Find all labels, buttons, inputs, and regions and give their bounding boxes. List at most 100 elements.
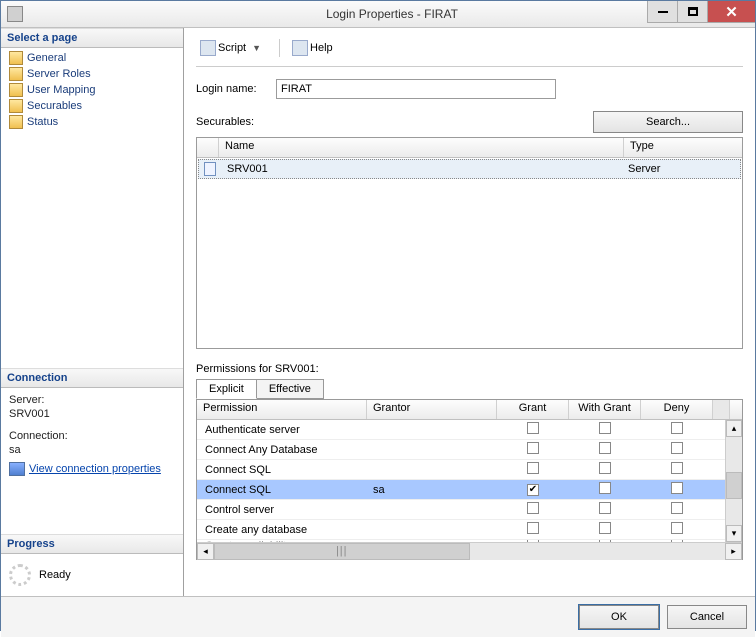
- script-icon: [200, 40, 216, 56]
- checkbox[interactable]: [671, 422, 683, 434]
- permissions-tabs: Explicit Effective: [196, 379, 743, 399]
- tab-effective[interactable]: Effective: [256, 379, 324, 399]
- sidebar-item-server-roles[interactable]: Server Roles: [3, 66, 181, 82]
- checkbox[interactable]: [599, 462, 611, 474]
- titlebar: Login Properties - FIRAT ✕: [1, 1, 755, 28]
- login-name-input[interactable]: [276, 79, 556, 99]
- page-icon: [9, 99, 23, 113]
- search-button[interactable]: Search...: [593, 111, 743, 133]
- login-name-label: Login name:: [196, 83, 276, 95]
- table-row[interactable]: Control server: [197, 500, 742, 520]
- sidebar-item-label: General: [27, 52, 66, 64]
- checkbox[interactable]: [671, 462, 683, 474]
- scroll-up-icon[interactable]: ▴: [726, 420, 742, 437]
- column-permission[interactable]: Permission: [197, 400, 367, 419]
- sidebar-item-status[interactable]: Status: [3, 114, 181, 130]
- window-buttons: ✕: [647, 1, 755, 23]
- table-row[interactable]: Connect SQL: [197, 460, 742, 480]
- permissions-grid-header: Permission Grantor Grant With Grant Deny: [197, 400, 742, 420]
- securable-type: Server: [622, 163, 740, 175]
- grantor-cell: sa: [367, 482, 497, 498]
- permission-cell: Create any database: [197, 522, 367, 538]
- scroll-left-icon[interactable]: ◂: [197, 543, 214, 560]
- tab-explicit[interactable]: Explicit: [196, 379, 257, 399]
- checkbox[interactable]: ✔: [527, 484, 539, 496]
- scroll-down-icon[interactable]: ▾: [726, 525, 742, 542]
- vertical-scrollbar[interactable]: ▴ ▾: [725, 420, 742, 542]
- scroll-right-icon[interactable]: ▸: [725, 543, 742, 560]
- sidebar-item-securables[interactable]: Securables: [3, 98, 181, 114]
- sidebar-item-label: Status: [27, 116, 58, 128]
- table-row[interactable]: Connect Any Database: [197, 440, 742, 460]
- horizontal-scrollbar[interactable]: ◂ ||| ▸: [197, 542, 742, 559]
- column-grant[interactable]: Grant: [497, 400, 569, 419]
- view-connection-properties-link[interactable]: View connection properties: [29, 463, 161, 475]
- progress-header: Progress: [1, 534, 183, 554]
- scroll-thumb[interactable]: |||: [214, 543, 470, 560]
- checkbox[interactable]: [671, 522, 683, 534]
- column-with-grant[interactable]: With Grant: [569, 400, 641, 419]
- permissions-grid[interactable]: Permission Grantor Grant With Grant Deny…: [196, 399, 743, 560]
- table-row[interactable]: Create any database: [197, 520, 742, 540]
- securables-label: Securables:: [196, 116, 593, 128]
- scroll-thumb[interactable]: [726, 472, 742, 498]
- checkbox[interactable]: [527, 442, 539, 454]
- select-page-header: Select a page: [1, 28, 183, 48]
- sidebar-item-user-mapping[interactable]: User Mapping: [3, 82, 181, 98]
- checkbox[interactable]: [599, 442, 611, 454]
- checkbox[interactable]: [671, 442, 683, 454]
- sidebar-item-general[interactable]: General: [3, 50, 181, 66]
- script-label: Script: [218, 42, 246, 54]
- sidebar-item-label: Securables: [27, 100, 82, 112]
- page-icon: [9, 83, 23, 97]
- securables-grid-header: Name Type: [197, 138, 742, 158]
- left-pane: Select a page General Server Roles User Ma…: [1, 28, 184, 596]
- column-type[interactable]: Type: [624, 138, 742, 157]
- close-button[interactable]: ✕: [707, 1, 755, 23]
- permission-cell: Authenticate server: [197, 422, 367, 438]
- grantor-cell: [367, 448, 497, 452]
- server-value: SRV001: [9, 408, 175, 420]
- minimize-button[interactable]: [647, 1, 677, 23]
- securables-grid[interactable]: Name Type SRV001Server: [196, 137, 743, 349]
- checkbox[interactable]: [599, 482, 611, 494]
- column-name[interactable]: Name: [219, 138, 624, 157]
- column-grantor[interactable]: Grantor: [367, 400, 497, 419]
- table-row[interactable]: Connect SQLsa✔: [197, 480, 742, 500]
- checkbox[interactable]: [527, 462, 539, 474]
- checkbox[interactable]: [599, 422, 611, 434]
- column-deny[interactable]: Deny: [641, 400, 713, 419]
- help-icon: [292, 40, 308, 56]
- page-icon: [9, 51, 23, 65]
- toolbar-separator: [279, 39, 280, 57]
- sidebar-item-label: User Mapping: [27, 84, 95, 96]
- ok-button[interactable]: OK: [579, 605, 659, 629]
- checkbox[interactable]: [671, 482, 683, 494]
- checkbox[interactable]: [527, 422, 539, 434]
- toolbar: Script ▼ Help: [196, 36, 743, 67]
- table-row[interactable]: SRV001Server: [198, 159, 741, 179]
- maximize-button[interactable]: [677, 1, 707, 23]
- page-icon: [9, 115, 23, 129]
- checkbox[interactable]: [527, 502, 539, 514]
- progress-spinner-icon: [9, 564, 31, 586]
- permission-cell: Control server: [197, 502, 367, 518]
- connection-label: Connection:: [9, 430, 175, 442]
- checkbox[interactable]: [527, 522, 539, 534]
- grantor-cell: [367, 508, 497, 512]
- table-row[interactable]: Authenticate server: [197, 420, 742, 440]
- cancel-button[interactable]: Cancel: [667, 605, 747, 629]
- right-pane: Script ▼ Help Login name: Securables: Se…: [184, 28, 755, 596]
- server-icon: [204, 162, 216, 176]
- checkbox[interactable]: [599, 502, 611, 514]
- checkbox[interactable]: [599, 522, 611, 534]
- grantor-cell: [367, 528, 497, 532]
- chevron-down-icon[interactable]: ▼: [252, 43, 261, 53]
- connection-value: sa: [9, 444, 175, 456]
- help-button[interactable]: Help: [288, 38, 337, 58]
- server-label: Server:: [9, 394, 175, 406]
- app-icon: [7, 6, 23, 22]
- script-button[interactable]: Script ▼: [196, 38, 271, 58]
- grantor-cell: [367, 428, 497, 432]
- checkbox[interactable]: [671, 502, 683, 514]
